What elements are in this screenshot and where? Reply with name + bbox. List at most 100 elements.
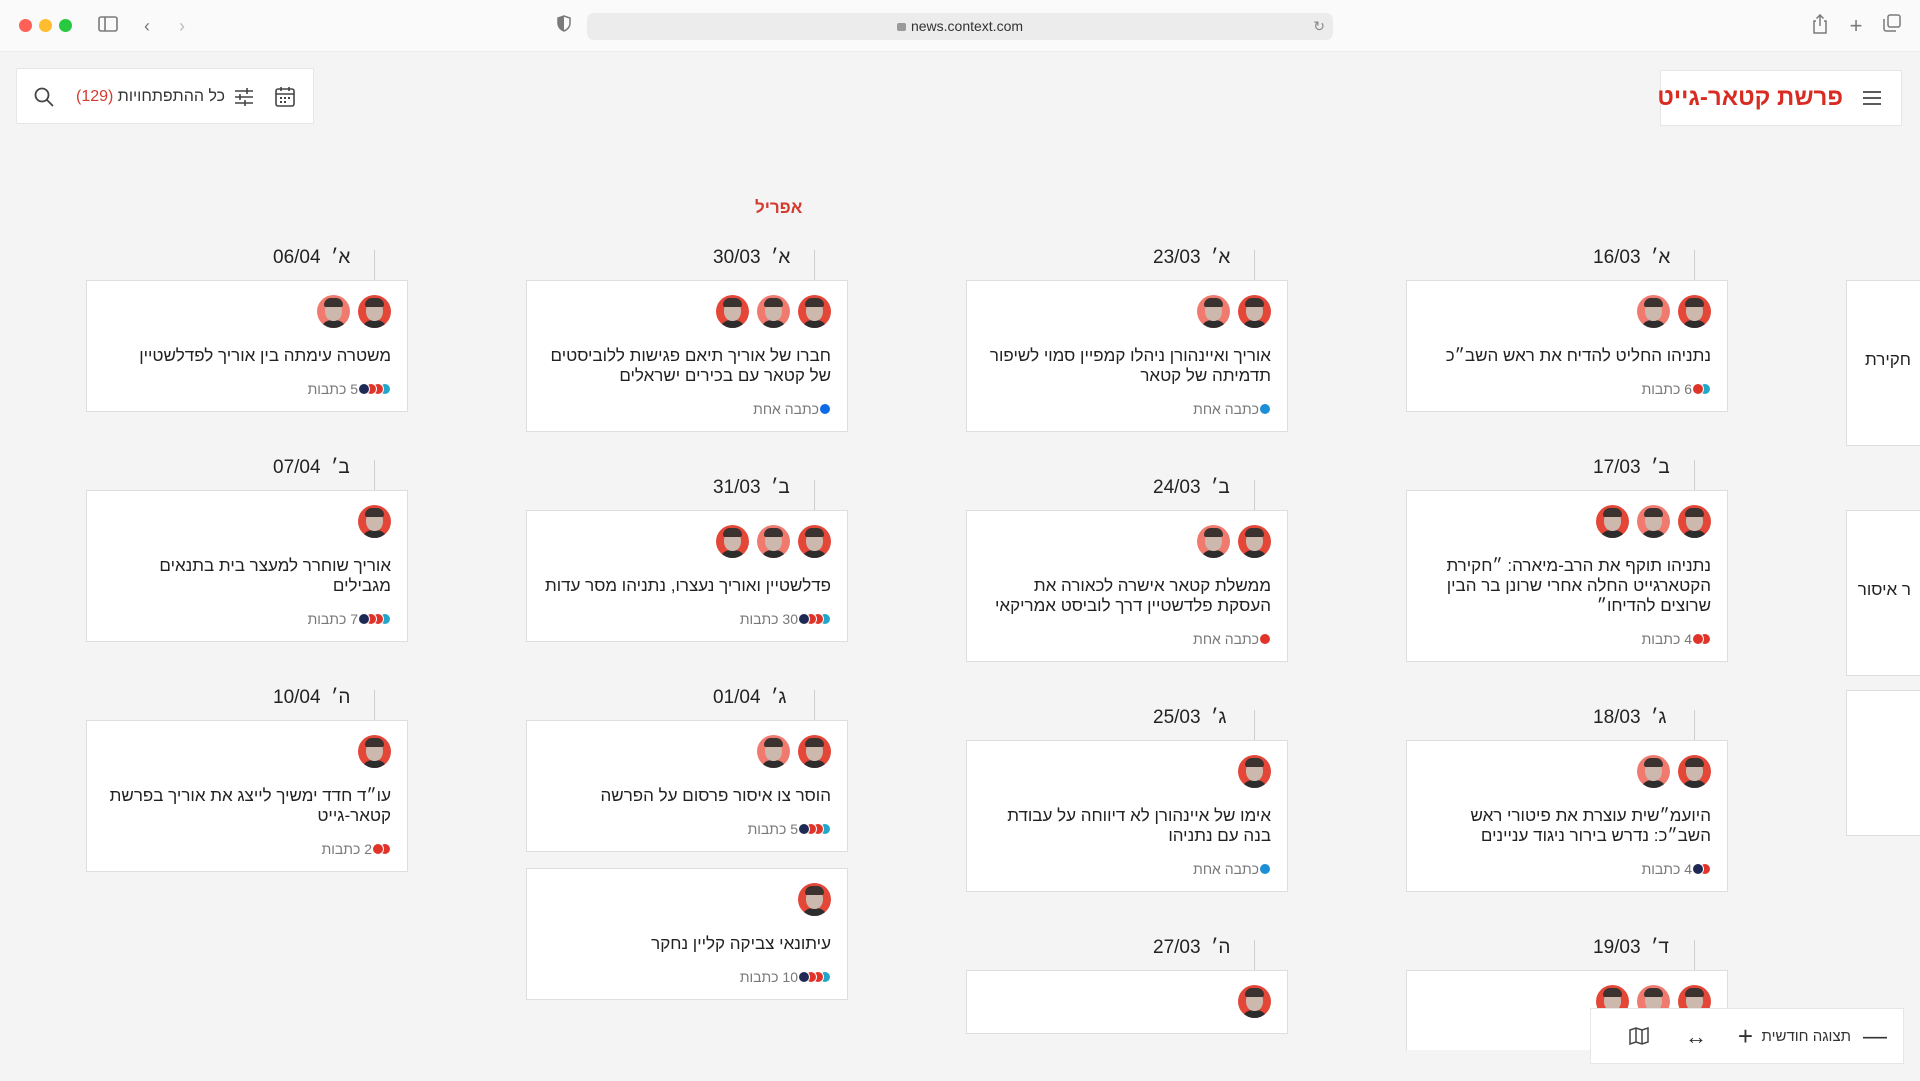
- day-tick: [814, 480, 815, 510]
- story-card[interactable]: חברו של אוריך תיאם פגישות ללוביסטים של ק…: [526, 280, 848, 432]
- story-meta: 4 כתבות: [1423, 631, 1711, 647]
- story-headline: אימו של איינהורן לא דיווחה על עבודת בנה …: [1007, 806, 1271, 845]
- filter-dropdown[interactable]: כל ההתפתחויות (129): [76, 88, 225, 106]
- browser-toolbar: ‹ › news.context.com ↻ +: [0, 0, 1920, 52]
- filter-sliders-icon[interactable]: [233, 86, 255, 108]
- day-tick: [374, 460, 375, 490]
- date-text: 25/03: [1153, 707, 1201, 728]
- story-card[interactable]: משטרה עימתה בין אוריך לפדלשטיין 5 כתבות: [86, 280, 408, 412]
- source-logo-icon: [372, 843, 384, 855]
- story-meta: 5 כתבות: [543, 821, 831, 837]
- avatar[interactable]: [1238, 755, 1271, 788]
- avatar[interactable]: [1197, 295, 1230, 328]
- hamburger-menu-icon[interactable]: [1861, 87, 1883, 109]
- avatar[interactable]: [358, 505, 391, 538]
- story-headline: פדלשטיין ואוריך נעצרו, נתניהו מסר עדות: [544, 576, 831, 595]
- avatar[interactable]: [358, 735, 391, 768]
- day-header: א׳ 23/03: [966, 230, 1288, 280]
- tab-overview-icon[interactable]: [1880, 14, 1904, 38]
- search-icon[interactable]: [33, 86, 55, 108]
- avatar[interactable]: [1238, 525, 1271, 558]
- day-of-week: א׳: [1211, 247, 1231, 268]
- story-card[interactable]: עיתונאי צביקה קליין נחקר 10 כתבות: [526, 868, 848, 1000]
- story-card[interactable]: נתניהו תוקף את הרב-מיארה: ״חקירת הקטארגי…: [1406, 490, 1728, 662]
- avatar[interactable]: [798, 883, 831, 916]
- avatar[interactable]: [798, 525, 831, 558]
- story-card[interactable]: ממשלת קטאר אישרה לכאורה את העסקת פלדשטיי…: [966, 510, 1288, 662]
- avatar[interactable]: [798, 295, 831, 328]
- day-date: ד׳ 19/03: [1593, 937, 1669, 959]
- avatar[interactable]: [1678, 295, 1711, 328]
- avatar[interactable]: [716, 525, 749, 558]
- partial-card[interactable]: חקירת: [1846, 280, 1920, 446]
- partial-card[interactable]: [1846, 690, 1920, 836]
- article-count: 4 כתבות: [1641, 861, 1692, 877]
- avatar[interactable]: [1637, 755, 1670, 788]
- zoom-window-button[interactable]: [59, 19, 72, 32]
- close-window-button[interactable]: [19, 19, 32, 32]
- date-text: 31/03: [713, 477, 761, 498]
- avatar[interactable]: [1596, 505, 1629, 538]
- story-card[interactable]: אוריך ואיינהורן ניהלו קמפיין סמוי לשיפור…: [966, 280, 1288, 432]
- zoom-out-button[interactable]: —: [1863, 1023, 1887, 1051]
- story-card[interactable]: עו״ד חדד ימשיך לייצג את אוריך בפרשת קטאר…: [86, 720, 408, 872]
- avatar-group: [103, 295, 391, 329]
- date-text: 01/04: [713, 687, 761, 708]
- view-mode-label[interactable]: תצוגה חודשית: [1762, 1028, 1851, 1045]
- avatar[interactable]: [358, 295, 391, 328]
- avatar[interactable]: [716, 295, 749, 328]
- story-card[interactable]: נתניהו החליט להדיח את ראש השב״כ 6 כתבות: [1406, 280, 1728, 412]
- source-logos: [1259, 863, 1271, 875]
- day-header: ג׳ 18/03: [1406, 690, 1728, 740]
- source-logos: [1692, 383, 1711, 395]
- month-label: אפריל: [755, 198, 803, 217]
- avatar[interactable]: [757, 525, 790, 558]
- calendar-icon[interactable]: [273, 85, 297, 109]
- shield-icon[interactable]: [552, 14, 576, 38]
- source-logo-icon: [1692, 633, 1704, 645]
- minimize-window-button[interactable]: [39, 19, 52, 32]
- story-card[interactable]: אימו של איינהורן לא דיווחה על עבודת בנה …: [966, 740, 1288, 892]
- map-icon[interactable]: [1629, 1026, 1649, 1046]
- partial-card-headline: חקירת: [1865, 350, 1911, 369]
- forward-arrow-icon[interactable]: ›: [170, 14, 194, 38]
- avatar[interactable]: [1238, 295, 1271, 328]
- avatar[interactable]: [798, 735, 831, 768]
- zoom-in-button[interactable]: +: [1738, 1021, 1753, 1052]
- share-icon[interactable]: [1808, 13, 1832, 38]
- day-header: ג׳ 01/04: [526, 670, 848, 720]
- address-bar[interactable]: news.context.com ↻: [587, 13, 1333, 40]
- article-count: 5 כתבות: [747, 821, 798, 837]
- avatar-group: [983, 985, 1271, 1019]
- reload-icon[interactable]: ↻: [1313, 13, 1325, 40]
- day-date: א׳ 23/03: [1153, 247, 1230, 269]
- avatar[interactable]: [1678, 505, 1711, 538]
- day-tick: [1254, 480, 1255, 510]
- timeline-week-column: א׳ 06/04 משטרה עימתה בין אוריך לפדלשטיין 5…: [86, 230, 408, 900]
- sidebar-toggle-icon[interactable]: [96, 14, 120, 38]
- avatar[interactable]: [757, 735, 790, 768]
- partial-card[interactable]: ר איסור: [1846, 510, 1920, 676]
- story-card[interactable]: היועמ״שית עוצרת את פיטורי ראש השב״כ: נדר…: [1406, 740, 1728, 892]
- avatar[interactable]: [317, 295, 350, 328]
- avatar[interactable]: [1678, 755, 1711, 788]
- back-arrow-icon[interactable]: ‹: [135, 14, 159, 38]
- story-card[interactable]: אוריך שוחרר למעצר בית בתנאים מגבילים 7 כת…: [86, 490, 408, 642]
- site-title[interactable]: פרשת קטאר-גייט: [1657, 84, 1843, 112]
- day-date: א׳ 06/04: [273, 247, 350, 269]
- new-tab-icon[interactable]: +: [1844, 14, 1868, 38]
- avatar[interactable]: [1238, 985, 1271, 1018]
- timeline-week-column: א׳ 30/03 חברו של אוריך תיאם פגישות ללוביס…: [526, 230, 848, 1028]
- story-card[interactable]: [966, 970, 1288, 1034]
- avatar[interactable]: [1637, 295, 1670, 328]
- avatar[interactable]: [757, 295, 790, 328]
- article-count: כתבה אחת: [1193, 401, 1259, 417]
- source-logos: [798, 613, 831, 625]
- article-count: 7 כתבות: [307, 611, 358, 627]
- avatar[interactable]: [1637, 505, 1670, 538]
- expand-arrows-icon[interactable]: ↔: [1685, 1024, 1707, 1050]
- avatar[interactable]: [1197, 525, 1230, 558]
- story-card[interactable]: פדלשטיין ואוריך נעצרו, נתניהו מסר עדות 30…: [526, 510, 848, 642]
- day-of-week: ב׳: [771, 477, 790, 498]
- story-card[interactable]: הוסר צו איסור פרסום על הפרשה 5 כתבות: [526, 720, 848, 852]
